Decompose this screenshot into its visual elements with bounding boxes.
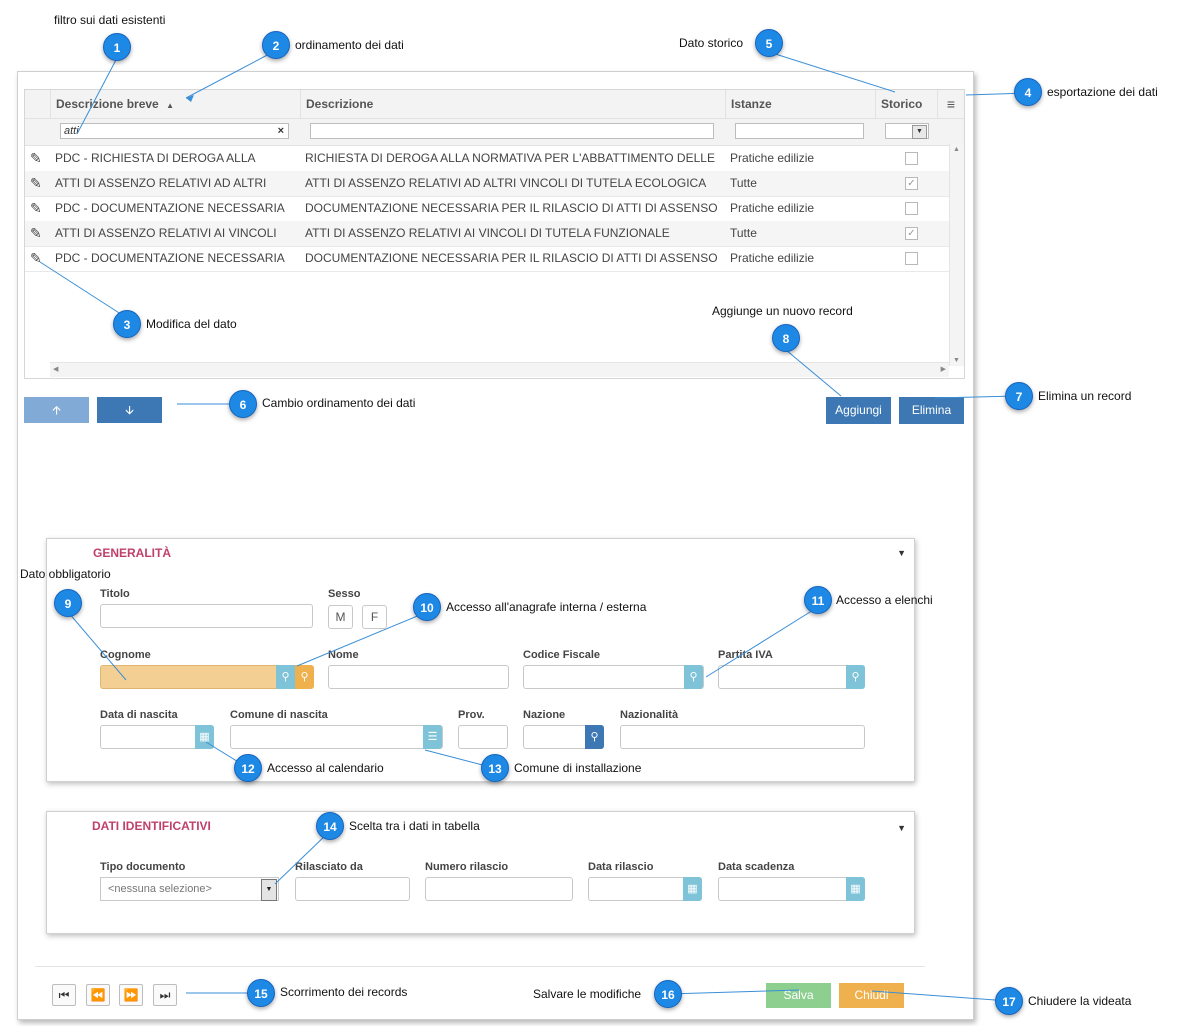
callout-number: 2 bbox=[272, 39, 280, 53]
callout-number: 17 bbox=[1002, 995, 1016, 1009]
annotation-text: Modifica del dato bbox=[146, 317, 237, 331]
callout-badge: 16 bbox=[654, 980, 682, 1008]
annotation-text: Scorrimento dei records bbox=[280, 985, 408, 999]
callout-number: 5 bbox=[765, 37, 773, 51]
callout-badge: 4 bbox=[1014, 78, 1042, 106]
callout-badge: 12 bbox=[234, 754, 262, 782]
callout-number: 13 bbox=[488, 762, 502, 776]
callout-badge: 10 bbox=[413, 593, 441, 621]
callout-number: 16 bbox=[661, 988, 675, 1002]
annotation-text: Scelta tra i dati in tabella bbox=[349, 819, 480, 833]
callout-number: 7 bbox=[1015, 390, 1023, 404]
annotation-text: Dato obbligatorio bbox=[20, 567, 111, 581]
callout-badge: 5 bbox=[755, 29, 783, 57]
annotation-text: filtro sui dati esistenti bbox=[54, 13, 166, 27]
annotation-text: Salvare le modifiche bbox=[533, 987, 642, 1001]
annotation-text: Aggiunge un nuovo record bbox=[712, 304, 853, 318]
callout-badge: 2 bbox=[262, 31, 290, 59]
callout-number: 9 bbox=[64, 597, 72, 611]
callout-badge: 14 bbox=[316, 812, 344, 840]
callout-badge: 8 bbox=[772, 324, 800, 352]
callout-badge: 11 bbox=[804, 586, 832, 614]
callout-badge: 1 bbox=[103, 33, 131, 61]
annotation-text: Comune di installazione bbox=[514, 761, 642, 775]
callout-number: 11 bbox=[811, 594, 825, 608]
callout-badge: 6 bbox=[229, 390, 257, 418]
callout-badge: 3 bbox=[113, 310, 141, 338]
callout-number: 10 bbox=[420, 601, 434, 615]
callout-badge: 9 bbox=[54, 589, 82, 617]
annotation-text: ordinamento dei dati bbox=[295, 38, 404, 52]
callout-number: 4 bbox=[1024, 86, 1032, 100]
annotation-lines bbox=[39, 51, 1028, 1002]
annotation-text: Chiudere la videata bbox=[1028, 994, 1132, 1008]
callout-badge: 7 bbox=[1005, 382, 1033, 410]
callout-number: 15 bbox=[254, 987, 268, 1001]
callout-badge: 13 bbox=[481, 754, 509, 782]
callout-number: 8 bbox=[782, 332, 790, 346]
annotation-text: Dato storico bbox=[679, 36, 744, 50]
callout-badge: 15 bbox=[247, 979, 275, 1007]
annotation-text: Accesso al calendario bbox=[267, 761, 384, 775]
annotation-text: Accesso all'anagrafe interna / esterna bbox=[446, 600, 647, 614]
callout-number: 14 bbox=[323, 820, 337, 834]
callout-badge: 17 bbox=[995, 987, 1023, 1015]
callout-number: 1 bbox=[113, 41, 121, 55]
annotation-text: Cambio ordinamento dei dati bbox=[262, 396, 416, 410]
callout-number: 3 bbox=[123, 318, 131, 332]
annotation-text: esportazione dei dati bbox=[1047, 85, 1158, 99]
callout-number: 6 bbox=[239, 398, 247, 412]
annotation-text: Accesso a elenchi bbox=[836, 593, 933, 607]
annotation-text: Elimina un record bbox=[1038, 389, 1132, 403]
callout-number: 12 bbox=[241, 762, 255, 776]
